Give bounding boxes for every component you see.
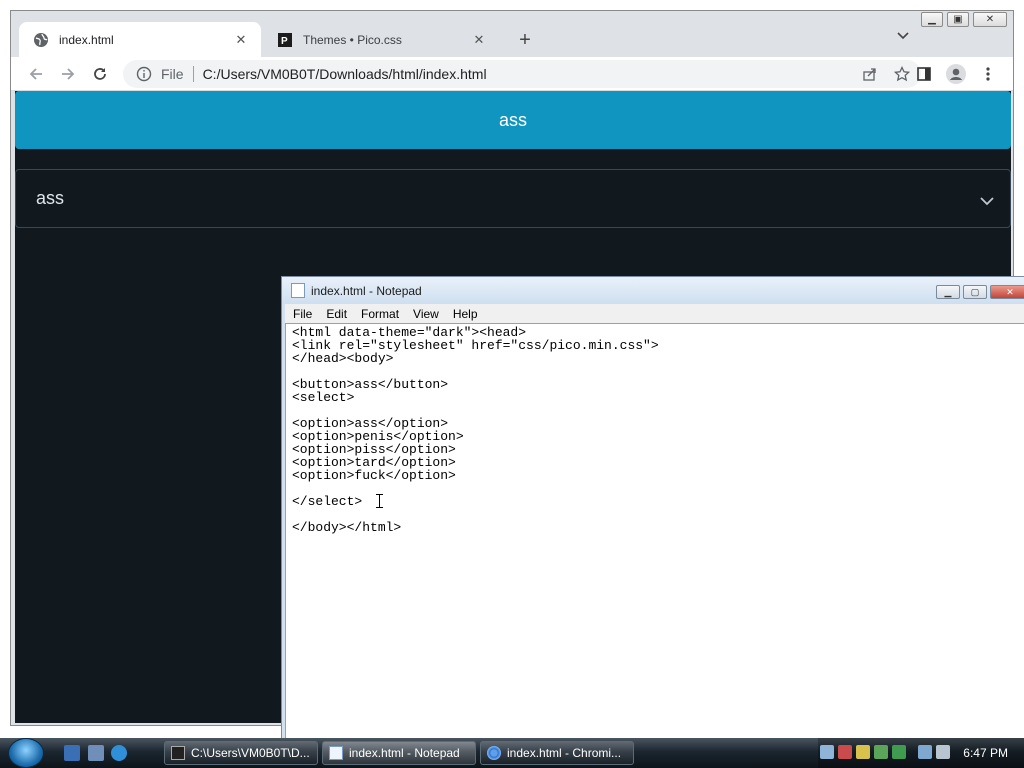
volume-muted-icon[interactable] [936,745,950,759]
more-menu-icon[interactable] [977,63,999,85]
svg-text:P: P [281,36,288,47]
text-line: <select> [292,390,355,405]
tab-strip: index.html ✕ P Themes • Pico.css ✕ + ▁ ▣… [11,11,1013,57]
back-arrow-icon[interactable] [25,63,47,85]
taskbar-button-notepad[interactable]: index.html - Notepad [322,741,476,765]
menu-view[interactable]: View [413,307,439,321]
desktop-background [0,0,1024,10]
notepad-text-area[interactable]: <html data-theme="dark"><head> <link rel=… [285,323,1024,739]
taskbar-button-cmd[interactable]: C:\Users\VM0B0T\D... [164,741,318,765]
scheme-label: File [161,66,184,82]
start-button-windows-icon[interactable] [8,738,44,768]
omnibox-divider [192,66,194,82]
menu-file[interactable]: File [293,307,312,321]
taskbar-button-label: index.html - Notepad [349,746,460,760]
share-icon[interactable] [859,63,881,85]
text-line: <button>ass</button> [292,377,449,392]
forward-arrow-icon[interactable] [57,63,79,85]
taskbar-button-chromium[interactable]: index.html - Chromi... [480,741,634,765]
reload-icon[interactable] [89,63,111,85]
taskbar-button-label: index.html - Chromi... [507,746,622,760]
cmd-icon [171,746,185,760]
maximize-icon[interactable]: ▢ [963,285,987,299]
tray-app-icon[interactable] [856,745,870,759]
tab-title: Themes • Pico.css [303,32,402,47]
notepad-title-bar[interactable]: index.html - Notepad ▁ ▢ ✕ [282,277,1024,304]
page-button[interactable]: ass [15,91,1011,149]
taskbar-button-label: C:\Users\VM0B0T\D... [191,746,310,760]
new-tab-plus-icon[interactable]: + [511,26,539,54]
menu-help[interactable]: Help [453,307,478,321]
notepad-title: index.html - Notepad [311,283,422,298]
browser-toolbar: File C:/Users/VM0B0T/Downloads/html/inde… [11,57,1013,91]
minimize-icon[interactable]: ▁ [936,285,960,299]
profile-avatar-icon[interactable] [945,63,967,85]
close-window-icon[interactable]: ✕ [990,285,1024,299]
tab-pico-themes[interactable]: P Themes • Pico.css ✕ [263,22,499,57]
text-line: </select> [292,494,371,509]
menu-format[interactable]: Format [361,307,399,321]
notepad-window: index.html - Notepad ▁ ▢ ✕ File Edit For… [281,276,1024,741]
tray-app-icon[interactable] [892,745,906,759]
tab-index-html[interactable]: index.html ✕ [19,22,261,57]
select-value: ass [36,188,65,208]
bookmark-star-icon[interactable] [891,63,913,85]
system-tray: 6:47 PM [818,738,1024,768]
tray-app-icon[interactable] [874,745,888,759]
tray-app-icon[interactable] [820,745,834,759]
taskbar: C:\Users\VM0B0T\D... index.html - Notepa… [0,738,1024,768]
internet-explorer-icon[interactable] [111,745,127,761]
text-line: <link rel="stylesheet" href="css/pico.mi… [292,338,659,353]
network-icon[interactable] [918,745,932,759]
notepad-window-controls: ▁ ▢ ✕ [936,285,1024,299]
window-controls: ▁ ▣ ✕ [921,12,1007,27]
pico-favicon-icon: P [277,32,293,48]
url-text[interactable]: C:/Users/VM0B0T/Downloads/html/index.htm… [203,66,859,82]
window-switcher-icon[interactable] [88,745,104,761]
show-desktop-icon[interactable] [64,745,80,761]
notepad-icon [329,746,343,760]
maximize-icon[interactable]: ▣ [947,12,969,27]
minimize-icon[interactable]: ▁ [921,12,943,27]
clock[interactable]: 6:47 PM [963,746,1008,760]
notepad-menu-bar: File Edit Format View Help [285,304,1024,323]
notepad-icon [291,283,305,298]
tab-title: index.html [59,32,114,47]
text-line: </body></html> [292,520,402,535]
info-icon[interactable] [135,65,153,83]
chevron-down-icon [980,190,994,211]
close-tab-icon[interactable]: ✕ [471,32,487,48]
close-tab-icon[interactable]: ✕ [233,32,249,48]
chromium-icon [487,746,501,760]
tab-search-chevron-icon[interactable] [897,28,909,43]
side-panel-icon[interactable] [913,63,935,85]
globe-icon [33,32,49,48]
text-cursor-ibeam-icon [376,494,383,508]
close-window-icon[interactable]: ✕ [973,12,1007,27]
address-bar[interactable]: File C:/Users/VM0B0T/Downloads/html/inde… [123,60,921,88]
text-line: </head><body> [292,351,394,366]
tray-app-icon[interactable] [838,745,852,759]
page-select[interactable]: ass [15,169,1011,228]
menu-edit[interactable]: Edit [326,307,347,321]
text-line: <option>fuck</option> [292,468,456,483]
text-line [292,508,1024,521]
text-line [292,482,1024,495]
